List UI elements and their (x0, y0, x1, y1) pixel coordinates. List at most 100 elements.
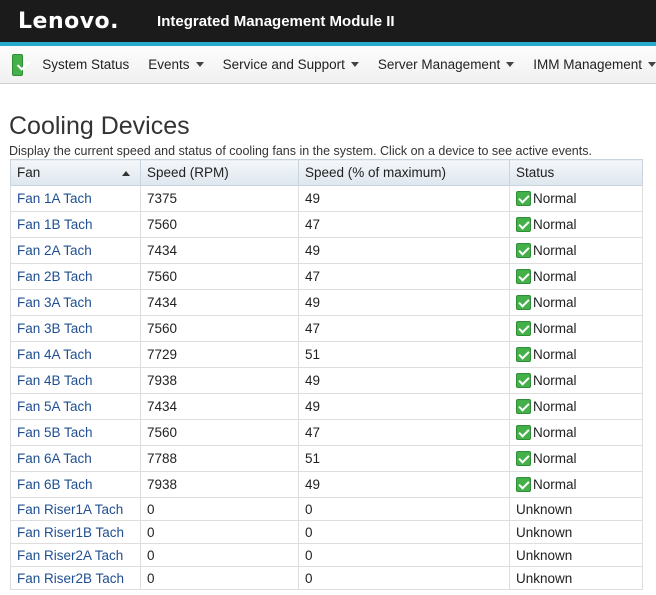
speed-percent-cell: 47 (298, 419, 510, 446)
nav-system-status[interactable]: System Status (42, 57, 129, 72)
speed-percent-cell: 0 (298, 497, 510, 521)
nav-service-and-support-label: Service and Support (222, 57, 345, 72)
table-body: Fan 1A Tach 7375 49 Normal Fan 1B Tach 7560 47… (10, 185, 643, 590)
check-icon (516, 399, 531, 414)
table-row[interactable]: Fan 2B Tach 7560 47 Normal (10, 263, 643, 290)
status-cell: Normal (509, 315, 643, 342)
table-row[interactable]: Fan 6A Tach 7788 51 Normal (10, 445, 643, 472)
fan-device-link[interactable]: Fan 5A Tach (17, 399, 92, 414)
status-cell: Normal (509, 445, 643, 472)
fan-name-cell: Fan 6A Tach (10, 445, 141, 472)
status-cell: Unknown (509, 566, 643, 590)
column-header-speed-percent-label: Speed (% of maximum) (305, 165, 447, 180)
nav-imm-management[interactable]: IMM Management (533, 57, 656, 72)
speed-percent-cell: 49 (298, 471, 510, 498)
table-row[interactable]: Fan Riser2B Tach 0 0 Unknown (10, 566, 643, 590)
fan-device-link[interactable]: Fan 1A Tach (17, 191, 92, 206)
nav-events[interactable]: Events (148, 57, 204, 72)
nav-server-management-label: Server Management (377, 57, 501, 72)
speed-percent-cell: 49 (298, 367, 510, 394)
fan-device-link[interactable]: Fan Riser1A Tach (17, 502, 123, 517)
status-cell: Normal (509, 263, 643, 290)
system-status-check-icon[interactable] (12, 53, 24, 76)
fan-name-cell: Fan Riser1B Tach (10, 520, 141, 544)
table-row[interactable]: Fan 4A Tach 7729 51 Normal (10, 341, 643, 368)
table-row[interactable]: Fan 5A Tach 7434 49 Normal (10, 393, 643, 420)
fan-device-link[interactable]: Fan 1B Tach (17, 217, 93, 232)
fan-name-cell: Fan 1B Tach (10, 211, 141, 238)
status-cell: Normal (509, 185, 643, 212)
column-header-speed-rpm-label: Speed (RPM) (147, 165, 229, 180)
nav-service-and-support[interactable]: Service and Support (223, 57, 359, 72)
speed-rpm-cell: 0 (140, 497, 299, 521)
column-header-speed-rpm[interactable]: Speed (RPM) (140, 159, 299, 186)
fan-device-link[interactable]: Fan 2A Tach (17, 243, 92, 258)
fan-device-link[interactable]: Fan 6B Tach (17, 477, 93, 492)
table-row[interactable]: Fan Riser2A Tach 0 0 Unknown (10, 543, 643, 567)
fan-device-link[interactable]: Fan 4A Tach (17, 347, 92, 362)
speed-percent-cell: 47 (298, 211, 510, 238)
column-header-status[interactable]: Status (509, 159, 643, 186)
status-text: Normal (533, 373, 577, 388)
fan-device-link[interactable]: Fan 6A Tach (17, 451, 92, 466)
check-icon (516, 347, 531, 362)
fan-device-link[interactable]: Fan 5B Tach (17, 425, 93, 440)
status-text: Normal (533, 191, 577, 206)
status-cell: Unknown (509, 520, 643, 544)
status-text: Normal (533, 451, 577, 466)
speed-rpm-cell: 7788 (140, 445, 299, 472)
fan-device-link[interactable]: Fan Riser1B Tach (17, 525, 124, 540)
speed-rpm-cell: 7560 (140, 419, 299, 446)
speed-rpm-cell: 7434 (140, 289, 299, 316)
fan-device-link[interactable]: Fan Riser2A Tach (17, 548, 123, 563)
fan-name-cell: Fan Riser2A Tach (10, 543, 141, 567)
check-icon (516, 217, 531, 232)
status-text: Normal (533, 295, 577, 310)
fan-name-cell: Fan 3B Tach (10, 315, 141, 342)
speed-rpm-cell: 7729 (140, 341, 299, 368)
status-cell: Normal (509, 393, 643, 420)
status-cell: Normal (509, 341, 643, 368)
fan-device-link[interactable]: Fan 3B Tach (17, 321, 93, 336)
speed-rpm-cell: 7560 (140, 263, 299, 290)
nav-server-management[interactable]: Server Management (377, 57, 515, 72)
fan-device-link[interactable]: Fan 4B Tach (17, 373, 93, 388)
table-row[interactable]: Fan Riser1B Tach 0 0 Unknown (10, 520, 643, 544)
lenovo-logo: Lenovo. (18, 8, 120, 34)
table-row[interactable]: Fan 3A Tach 7434 49 Normal (10, 289, 643, 316)
table-row[interactable]: Fan 1B Tach 7560 47 Normal (10, 211, 643, 238)
speed-percent-cell: 47 (298, 315, 510, 342)
table-row[interactable]: Fan 6B Tach 7938 49 Normal (10, 471, 643, 498)
speed-percent-cell: 49 (298, 185, 510, 212)
chevron-down-icon (350, 62, 359, 67)
page-title: Cooling Devices (9, 112, 190, 140)
speed-rpm-cell: 7560 (140, 211, 299, 238)
nav-system-status-label: System Status (42, 57, 130, 72)
column-header-fan[interactable]: Fan (10, 159, 141, 186)
status-cell: Normal (509, 237, 643, 264)
column-header-speed-percent[interactable]: Speed (% of maximum) (298, 159, 510, 186)
fan-name-cell: Fan Riser2B Tach (10, 566, 141, 590)
fan-device-link[interactable]: Fan 2B Tach (17, 269, 93, 284)
check-icon (516, 321, 531, 336)
cooling-devices-table: Fan Speed (RPM) Speed (% of maximum) Sta… (10, 159, 643, 590)
table-row[interactable]: Fan 1A Tach 7375 49 Normal (10, 185, 643, 212)
app-title: Integrated Management Module II (157, 12, 395, 30)
speed-rpm-cell: 0 (140, 566, 299, 590)
table-row[interactable]: Fan 3B Tach 7560 47 Normal (10, 315, 643, 342)
table-row[interactable]: Fan 2A Tach 7434 49 Normal (10, 237, 643, 264)
chevron-down-icon (195, 62, 204, 67)
fan-name-cell: Fan 1A Tach (10, 185, 141, 212)
table-row[interactable]: Fan 5B Tach 7560 47 Normal (10, 419, 643, 446)
check-icon (516, 477, 531, 492)
fan-name-cell: Fan 4A Tach (10, 341, 141, 368)
fan-name-cell: Fan 6B Tach (10, 471, 141, 498)
table-row[interactable]: Fan 4B Tach 7938 49 Normal (10, 367, 643, 394)
status-cell: Normal (509, 211, 643, 238)
nav-events-label: Events (148, 57, 190, 72)
speed-percent-cell: 0 (298, 543, 510, 567)
table-row[interactable]: Fan Riser1A Tach 0 0 Unknown (10, 497, 643, 521)
fan-device-link[interactable]: Fan Riser2B Tach (17, 571, 124, 586)
status-cell: Unknown (509, 543, 643, 567)
fan-device-link[interactable]: Fan 3A Tach (17, 295, 92, 310)
